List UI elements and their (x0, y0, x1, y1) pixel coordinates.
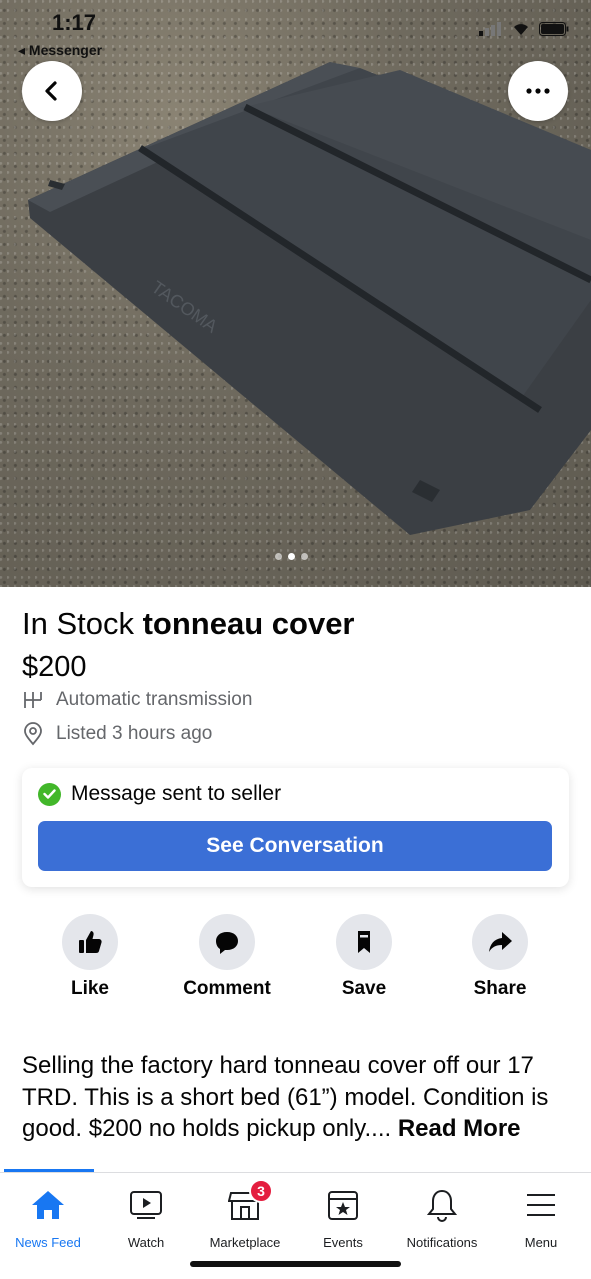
listed-time-text: Listed 3 hours ago (56, 723, 213, 744)
events-icon (323, 1185, 363, 1225)
save-button[interactable]: Save (304, 914, 424, 1000)
share-label: Share (473, 978, 527, 999)
listed-time-row: Listed 3 hours ago (22, 722, 212, 746)
home-icon (28, 1185, 68, 1225)
home-indicator[interactable] (190, 1261, 401, 1267)
gearshift-icon (24, 692, 42, 708)
tab-notifications[interactable]: Notifications (392, 1185, 492, 1250)
location-pin-icon (24, 722, 42, 746)
tab-watch-label: Watch (127, 1235, 165, 1250)
more-options-button[interactable] (508, 61, 568, 121)
tab-menu-label: Menu (524, 1235, 558, 1250)
see-conversation-button[interactable]: See Conversation (38, 821, 552, 871)
check-circle-icon (38, 782, 61, 806)
wifi-icon (514, 24, 528, 35)
menu-icon (521, 1185, 561, 1225)
chevron-left-icon (45, 81, 57, 101)
comment-label: Comment (183, 978, 271, 999)
tab-menu[interactable]: Menu (491, 1185, 591, 1250)
read-more-link[interactable]: Read More (398, 1115, 521, 1142)
tab-news-feed-label: News Feed (15, 1235, 81, 1250)
save-icon-circle (336, 914, 392, 970)
like-icon-circle (62, 914, 118, 970)
message-status: Message sent to seller (38, 782, 281, 806)
bell-icon (422, 1185, 462, 1225)
tab-events[interactable]: Events (293, 1185, 393, 1250)
message-sent-card: Message sent to seller See Conversation (22, 768, 569, 887)
photo-page-indicator (275, 553, 308, 560)
marketplace-icon: 3 (225, 1179, 273, 1225)
battery-icon (539, 22, 569, 36)
back-button[interactable] (22, 61, 82, 121)
comment-icon-circle (199, 914, 255, 970)
transmission-row: Automatic transmission (22, 689, 252, 711)
more-dots-icon (526, 88, 550, 94)
share-button[interactable]: Share (440, 914, 560, 1000)
like-button[interactable]: Like (30, 914, 150, 1000)
share-icon-circle (472, 914, 528, 970)
tab-marketplace-label: Marketplace (209, 1235, 281, 1250)
marketplace-badge: 3 (249, 1179, 273, 1203)
comment-icon (216, 932, 238, 954)
back-to-messenger[interactable]: ◂ Messenger (18, 42, 102, 59)
listing-photo[interactable]: TACOMA (0, 0, 591, 587)
listing-title: In Stock tonneau cover (22, 604, 355, 644)
signal-icon (479, 22, 501, 36)
tab-marketplace[interactable]: 3 Marketplace (195, 1179, 295, 1250)
thumbs-up-icon (79, 931, 102, 953)
tab-watch[interactable]: Watch (96, 1185, 196, 1250)
tab-notifications-label: Notifications (406, 1235, 478, 1250)
listing-description: Selling the factory hard tonneau cover o… (22, 1050, 567, 1145)
tab-events-label: Events (323, 1235, 363, 1250)
transmission-text: Automatic transmission (56, 689, 253, 710)
title-main: tonneau cover (142, 606, 355, 641)
bookmark-icon (358, 931, 370, 953)
save-label: Save (341, 978, 387, 999)
listing-price: $200 (22, 651, 87, 683)
share-icon (489, 932, 512, 952)
like-label: Like (70, 978, 110, 999)
tonneau-cover-image: TACOMA (28, 62, 591, 535)
status-time: 1:17 (52, 10, 97, 35)
status-bar: 1:17 ◂ Messenger (0, 0, 591, 62)
status-icons (479, 22, 569, 36)
title-prefix: In Stock (22, 606, 143, 641)
tab-news-feed[interactable]: News Feed (0, 1185, 98, 1250)
message-status-text: Message sent to seller (71, 782, 282, 805)
comment-button[interactable]: Comment (167, 914, 287, 1000)
watch-icon (126, 1185, 166, 1225)
